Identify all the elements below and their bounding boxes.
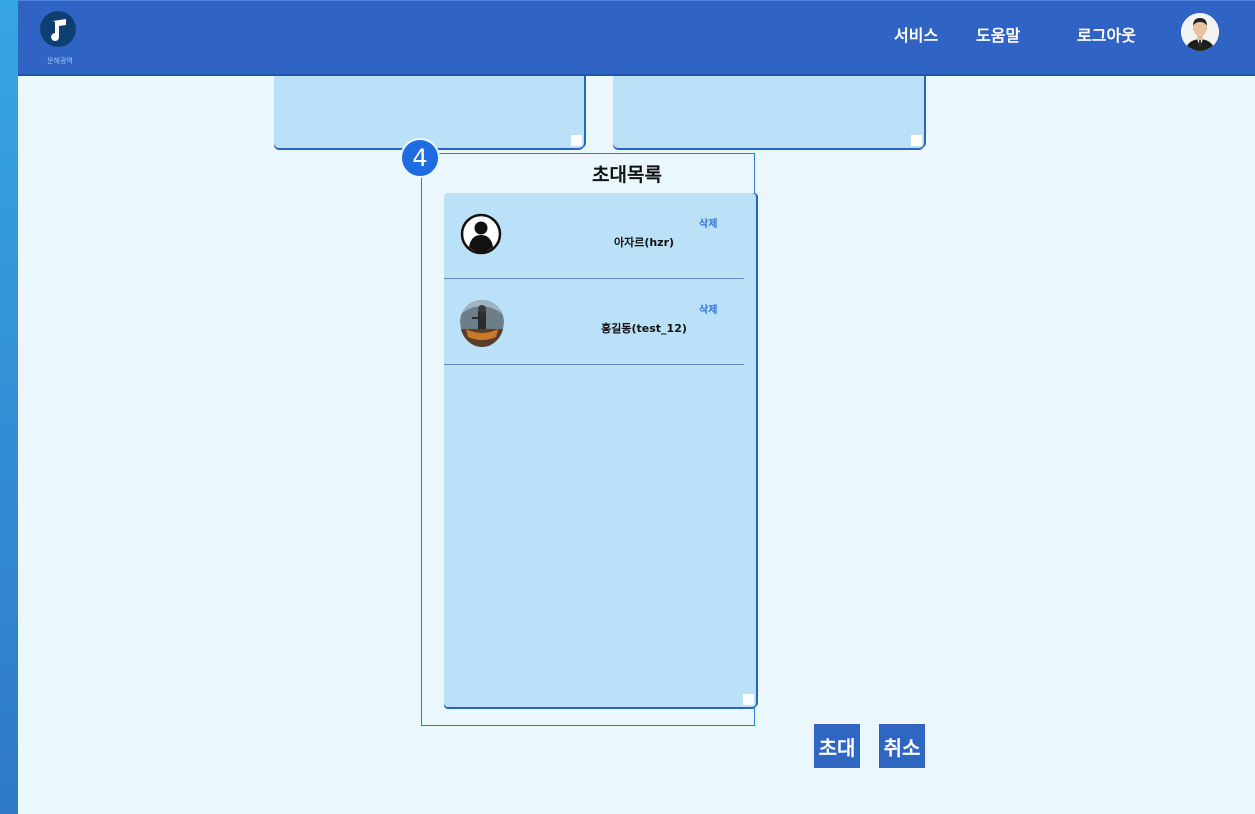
invitee-name: 아자르(hzr)	[613, 236, 675, 249]
step-badge: 4	[400, 138, 440, 178]
delete-button[interactable]: 삭제	[699, 215, 717, 230]
invite-button[interactable]: 초대	[814, 724, 860, 768]
logo-caption: 문해광역	[47, 57, 73, 65]
default-user-icon	[460, 213, 502, 255]
invite-list-panel: 아자르(hzr) 삭제 홍길동(test_12) 삭제	[444, 193, 756, 707]
left-accent-strip	[0, 0, 18, 814]
upper-card-right	[613, 71, 924, 148]
resize-handle[interactable]	[911, 135, 922, 146]
upper-card-left	[274, 71, 584, 148]
nav-service[interactable]: 서비스	[894, 22, 938, 46]
resize-handle[interactable]	[743, 694, 754, 705]
cancel-button[interactable]: 취소	[879, 724, 925, 768]
top-navigation-bar: 문해광역 서비스 도움말 로그아웃	[18, 0, 1255, 74]
nav-help[interactable]: 도움말	[976, 22, 1020, 46]
logo-icon[interactable]	[40, 11, 76, 47]
invite-list-title: 초대목록	[592, 164, 662, 186]
nav-logout[interactable]: 로그아웃	[1077, 22, 1136, 46]
list-item: 아자르(hzr) 삭제	[444, 193, 744, 279]
user-avatar[interactable]	[1181, 13, 1219, 51]
list-item: 홍길동(test_12) 삭제	[444, 279, 744, 365]
delete-button[interactable]: 삭제	[699, 301, 717, 316]
resize-handle[interactable]	[571, 135, 582, 146]
invitee-name: 홍길동(test_12)	[601, 322, 687, 335]
game-avatar-icon	[460, 297, 504, 347]
